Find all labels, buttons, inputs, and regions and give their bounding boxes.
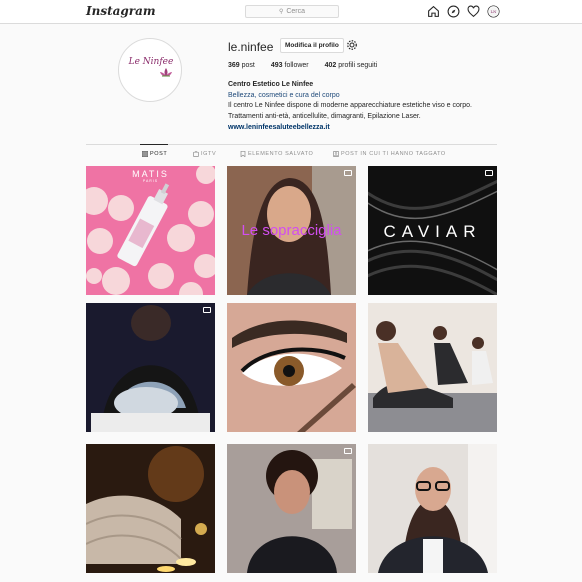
followers-stat[interactable]: 493 follower — [271, 62, 309, 69]
post-image-matis — [86, 166, 215, 295]
posts-label: post — [241, 62, 255, 69]
tab-saved-label: ELEMENTO SALVATO — [248, 151, 314, 157]
profile-avatar[interactable]: Le Ninfee — [118, 38, 182, 102]
post-tile-matis[interactable]: MATIS PARIS — [86, 166, 215, 295]
tagged-icon — [333, 151, 339, 157]
profile-stats: 369 post 493 follower 402 profili seguit… — [228, 62, 377, 69]
post-tile-eye-makeup[interactable] — [227, 303, 356, 432]
heart-icon[interactable] — [467, 5, 480, 18]
top-nav-bar: Instagram ⚲ Cerca LN — [0, 0, 582, 24]
post-image-eye-closeup — [227, 303, 356, 432]
edit-profile-button[interactable]: Modifica il profilo — [280, 38, 344, 53]
post-image-woman-glasses — [368, 444, 497, 573]
profile-username: le.ninfee — [228, 40, 274, 54]
video-badge-icon — [203, 307, 211, 313]
tab-igtv-label: IGTV — [201, 151, 217, 157]
post-caption-paris: PARIS — [142, 179, 159, 183]
following-count: 402 — [324, 62, 337, 69]
following-label: profili seguiti — [338, 62, 378, 69]
post-tile-treatment[interactable] — [86, 303, 215, 432]
tab-tagged-label: POST IN CUI TI HANNO TAGGATO — [341, 151, 446, 157]
home-icon[interactable] — [427, 5, 440, 18]
post-caption-matis: MATIS — [132, 169, 169, 179]
tab-tagged[interactable]: POST IN CUI TI HANNO TAGGATO — [333, 151, 446, 157]
svg-text:LN: LN — [491, 9, 498, 14]
nav-icons: LN — [427, 5, 500, 18]
search-input[interactable]: ⚲ Cerca — [245, 5, 339, 18]
bio-website-link[interactable]: www.leninfeesaluteebellezza.it — [228, 123, 528, 134]
following-stat[interactable]: 402 profili seguiti — [325, 62, 378, 69]
post-image-spa-towels — [86, 444, 215, 573]
post-tile-caviar[interactable]: CAVIAR — [368, 166, 497, 295]
posts-stat[interactable]: 369 post — [228, 62, 255, 69]
grid-icon — [142, 151, 148, 157]
profile-icon[interactable]: LN — [487, 5, 500, 18]
profile-bio: Centro Estetico Le Ninfee Bellezza, cosm… — [228, 80, 528, 134]
post-tile-sopracciglia[interactable]: Le sopracciglia — [227, 166, 356, 295]
bookmark-icon — [240, 151, 246, 157]
followers-count: 493 — [270, 62, 283, 69]
post-tile-staff-photo[interactable] — [227, 444, 356, 573]
igtv-icon — [193, 151, 199, 157]
bio-line-2: Trattamenti anti-età, anticellulite, dim… — [228, 113, 421, 121]
tab-posts[interactable]: POST — [139, 144, 169, 157]
search-icon: ⚲ — [278, 9, 284, 15]
post-image-curly-hair-woman — [227, 444, 356, 573]
post-tile-glasses-woman[interactable] — [368, 444, 497, 573]
bio-category: Bellezza, cosmetici e cura del corpo — [228, 91, 340, 99]
settings-gear-icon[interactable] — [346, 39, 358, 51]
video-badge-icon-2 — [344, 448, 352, 454]
search-placeholder: Cerca — [286, 8, 306, 15]
explore-icon[interactable] — [447, 5, 460, 18]
bio-name: Centro Estetico Le Ninfee — [228, 81, 314, 88]
igtv-badge-icon — [485, 170, 493, 176]
tab-saved[interactable]: ELEMENTO SALVATO — [240, 151, 313, 157]
post-caption-caviar: CAVIAR — [383, 222, 482, 241]
post-image-gloves-treatment — [86, 303, 215, 432]
post-tile-spa-candles[interactable] — [86, 444, 215, 573]
bio-line-1: Il centro Le Ninfee dispone di moderne a… — [228, 102, 472, 110]
post-caption-sopracciglia: Le sopracciglia — [241, 222, 342, 239]
followers-label: follower — [284, 62, 309, 69]
profile-tabs: POST IGTV ELEMENTO SALVATO POST IN CUI T… — [86, 144, 497, 164]
lotus-icon — [160, 68, 172, 77]
post-tile-yoga[interactable] — [368, 303, 497, 432]
posts-count: 369 — [228, 62, 240, 69]
carousel-icon — [344, 170, 352, 176]
tab-posts-label: POST — [150, 151, 168, 157]
post-image-stretching-class — [368, 303, 497, 432]
tab-igtv[interactable]: IGTV — [193, 151, 216, 157]
avatar-logo-text: Le Ninfee — [128, 57, 174, 67]
instagram-logo[interactable]: Instagram — [86, 4, 156, 18]
